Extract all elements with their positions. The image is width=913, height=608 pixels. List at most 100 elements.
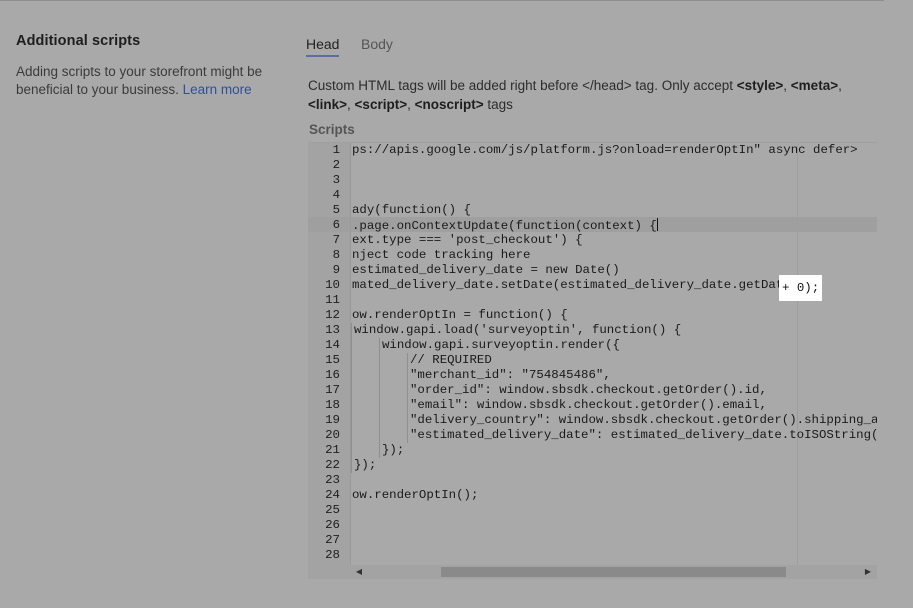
- code-line[interactable]: 22});: [308, 458, 877, 473]
- code-content: mated_delivery_date.setDate(estimated_de…: [352, 278, 806, 292]
- code-line[interactable]: 19 "delivery_country": window.sbsdk.check…: [308, 413, 877, 428]
- section-description: Adding scripts to your storefront might …: [16, 63, 266, 99]
- code-line[interactable]: 24 ow.renderOptIn();: [308, 488, 877, 503]
- line-number: 28: [325, 548, 340, 562]
- indent-guide: [351, 398, 352, 413]
- line-number: 3: [332, 173, 340, 187]
- code-text[interactable]: window.gapi.load('surveyoptin', function…: [351, 323, 681, 338]
- code-text[interactable]: "merchant_id": "754845486",: [351, 368, 611, 383]
- code-line[interactable]: 7 ext.type === 'post_checkout') {: [308, 233, 877, 248]
- code-line[interactable]: 20 "estimated_delivery_date": estimated_d…: [308, 428, 877, 443]
- code-line[interactable]: 1 ps://apis.google.com/js/platform.js?onl…: [308, 143, 877, 158]
- code-content: nject code tracking here: [352, 248, 531, 262]
- code-line[interactable]: 28: [308, 548, 877, 563]
- code-line[interactable]: 2: [308, 158, 877, 173]
- code-text[interactable]: // REQUIRED: [351, 353, 492, 368]
- help-suffix: tags: [483, 97, 513, 112]
- scroll-left-icon[interactable]: ◀: [352, 565, 366, 579]
- code-text[interactable]: "estimated_delivery_date": estimated_del…: [351, 428, 877, 443]
- line-number: 13: [325, 323, 340, 337]
- line-number: 15: [325, 353, 340, 367]
- indent-guide: [379, 443, 380, 458]
- code-line[interactable]: 18 "email": window.sbsdk.checkout.getOrde…: [308, 398, 877, 413]
- code-text[interactable]: "order_id": window.sbsdk.checkout.getOrd…: [351, 383, 767, 398]
- code-text[interactable]: ps://apis.google.com/js/platform.js?onlo…: [352, 143, 858, 158]
- line-number: 19: [325, 413, 340, 427]
- code-editor[interactable]: 1 ps://apis.google.com/js/platform.js?onl…: [308, 142, 877, 579]
- code-line[interactable]: 3: [308, 173, 877, 188]
- line-number: 12: [325, 308, 340, 322]
- indent-guide: [379, 413, 380, 428]
- learn-more-link[interactable]: Learn more: [183, 82, 252, 97]
- line-number: 23: [325, 473, 340, 487]
- indent-guide: [351, 428, 352, 443]
- code-line[interactable]: 26: [308, 518, 877, 533]
- code-line[interactable]: 27: [308, 533, 877, 548]
- indent-guide: [407, 398, 408, 413]
- code-content: // REQUIRED: [410, 353, 492, 367]
- code-content: "email": window.sbsdk.checkout.getOrder(…: [410, 398, 767, 412]
- selected-text[interactable]: + 0);: [779, 275, 822, 301]
- line-number: 4: [332, 188, 340, 202]
- line-number: 16: [325, 368, 340, 382]
- code-content: ext.type === 'post_checkout') {: [352, 233, 583, 247]
- code-content: "order_id": window.sbsdk.checkout.getOrd…: [410, 383, 767, 397]
- code-line[interactable]: 21});: [308, 443, 877, 458]
- code-line[interactable]: 16 "merchant_id": "754845486",: [308, 368, 877, 383]
- line-number: 5: [332, 203, 340, 217]
- section-info: Additional scripts Adding scripts to you…: [16, 33, 266, 99]
- line-number: 21: [325, 443, 340, 457]
- scrollbar-thumb[interactable]: [441, 567, 786, 577]
- code-line[interactable]: 4: [308, 188, 877, 203]
- line-number: 22: [325, 458, 340, 472]
- line-number: 9: [332, 263, 340, 277]
- code-line[interactable]: 17 "order_id": window.sbsdk.checkout.getO…: [308, 383, 877, 398]
- horizontal-scrollbar[interactable]: ◀ ▶: [308, 565, 877, 579]
- line-number: 11: [325, 293, 340, 307]
- code-text[interactable]: ext.type === 'post_checkout') {: [352, 233, 583, 248]
- tag-link: <link>: [308, 97, 348, 112]
- indent-guide: [351, 383, 352, 398]
- code-line[interactable]: 12 ow.renderOptIn = function() {: [308, 308, 877, 323]
- code-line[interactable]: 15 // REQUIRED: [308, 353, 877, 368]
- code-content: ow.renderOptIn = function() {: [352, 308, 568, 322]
- code-text[interactable]: estimated_delivery_date = new Date(): [352, 263, 620, 278]
- text-caret: [656, 218, 658, 231]
- line-number: 2: [332, 158, 340, 172]
- scroll-right-icon[interactable]: ▶: [861, 565, 875, 579]
- code-text[interactable]: });: [351, 458, 376, 473]
- indent-guide: [351, 368, 352, 383]
- code-text[interactable]: "email": window.sbsdk.checkout.getOrder(…: [351, 398, 767, 413]
- indent-guide: [379, 398, 380, 413]
- code-line[interactable]: 25: [308, 503, 877, 518]
- code-text[interactable]: nject code tracking here: [352, 248, 530, 263]
- code-text[interactable]: ow.renderOptIn();: [352, 488, 478, 503]
- tag-script: <script>: [354, 97, 408, 112]
- code-line[interactable]: 5 ady(function() {: [308, 203, 877, 218]
- code-line[interactable]: 13 window.gapi.load('surveyoptin', functi…: [308, 323, 877, 338]
- tab-head[interactable]: Head: [306, 36, 340, 57]
- code-text[interactable]: ow.renderOptIn = function() {: [352, 308, 568, 323]
- line-number: 10: [325, 278, 340, 292]
- code-line[interactable]: 14 window.gapi.surveyoptin.render({: [308, 338, 877, 353]
- code-content: "delivery_country": window.sbsdk.checkou…: [410, 413, 877, 427]
- code-text[interactable]: "delivery_country": window.sbsdk.checkou…: [351, 413, 877, 428]
- code-line[interactable]: 23: [308, 473, 877, 488]
- help-sep: ,: [783, 78, 791, 93]
- code-content: ps://apis.google.com/js/platform.js?onlo…: [352, 143, 858, 157]
- code-text[interactable]: });: [351, 443, 404, 458]
- line-number: 6: [332, 218, 340, 232]
- tab-body[interactable]: Body: [361, 36, 393, 52]
- code-lines[interactable]: 1 ps://apis.google.com/js/platform.js?onl…: [308, 143, 877, 563]
- code-text[interactable]: .page.onContextUpdate(function(context) …: [352, 218, 658, 234]
- code-line[interactable]: 6 .page.onContextUpdate(function(context)…: [308, 218, 877, 233]
- code-text[interactable]: window.gapi.surveyoptin.render({: [351, 338, 620, 353]
- help-prefix: Custom HTML tags will be added right bef…: [308, 78, 737, 93]
- help-sep: ,: [407, 97, 415, 112]
- indent-guide: [351, 413, 352, 428]
- code-text[interactable]: ady(function() {: [352, 203, 471, 218]
- line-number: 20: [325, 428, 340, 442]
- code-text[interactable]: mated_delivery_date.setDate(estimated_de…: [352, 278, 806, 293]
- code-line[interactable]: 8 nject code tracking here: [308, 248, 877, 263]
- indent-guide: [351, 323, 352, 338]
